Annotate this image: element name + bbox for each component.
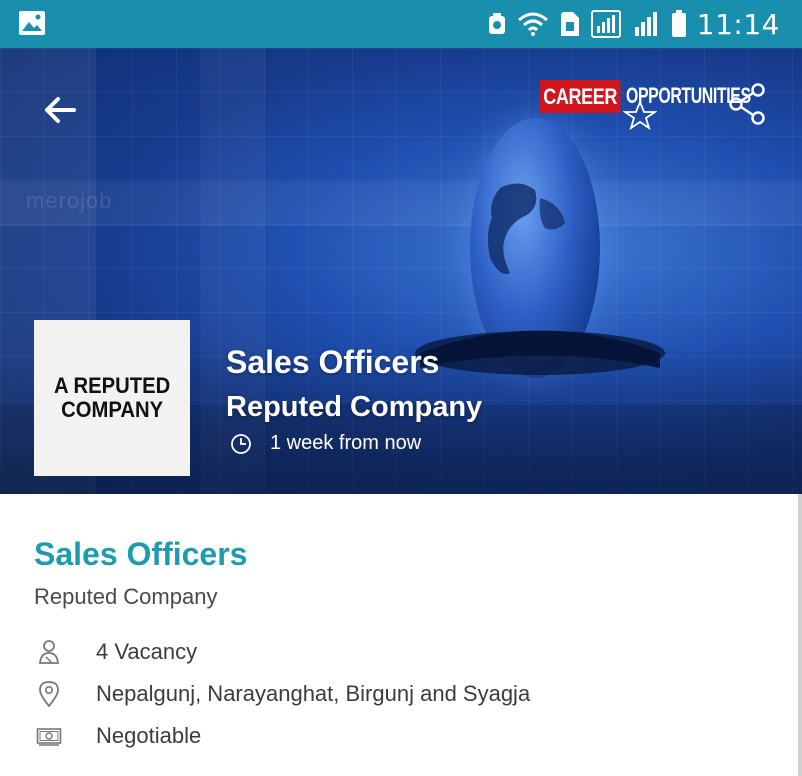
- status-bar: 11:14: [0, 0, 802, 48]
- vacancy-text: 4 Vacancy: [96, 639, 198, 664]
- battery-icon: [671, 10, 686, 37]
- nfc-icon: [488, 13, 505, 34]
- company-logo: A REPUTED COMPANY: [34, 320, 190, 476]
- sim-icon: [560, 12, 579, 36]
- watermark-text: merojob: [26, 188, 113, 213]
- vacancy-row: 4 Vacancy: [34, 637, 197, 667]
- job-title: Sales Officers: [34, 536, 248, 572]
- star-icon: [623, 100, 657, 130]
- share-icon[interactable]: [727, 80, 767, 128]
- job-details: Sales Officers Reputed Company 4 Vacancy…: [0, 494, 802, 776]
- location-text: Nepalgunj, Narayanghat, Birgunj and Syag…: [96, 681, 531, 706]
- wifi-icon: [517, 12, 548, 36]
- signal-sim1-icon: [590, 10, 621, 38]
- money-icon: [36, 728, 62, 746]
- signal-sim2-icon: [634, 12, 657, 36]
- deadline-text: 1 week from now: [270, 432, 422, 454]
- gallery-icon: [19, 11, 45, 35]
- clock-icon: [231, 433, 251, 454]
- job-banner: merojob CAREER OPPORTUNITIES A REPUTED CO…: [0, 48, 802, 494]
- banner-job-title: Sales Officers: [226, 344, 440, 380]
- status-time: 11:14: [696, 7, 780, 41]
- banner-company-name: Reputed Company: [226, 391, 483, 423]
- banner-deadline: 1 week from now: [230, 432, 421, 455]
- brand-logo-red: CAREER: [540, 79, 621, 113]
- back-button[interactable]: [38, 88, 82, 132]
- person-icon: [39, 640, 59, 664]
- company-name: Reputed Company: [34, 584, 218, 609]
- globe-continents: [487, 183, 565, 274]
- salary-text: Negotiable: [96, 723, 202, 748]
- scroll-edge: [798, 494, 802, 776]
- location-row: Nepalgunj, Narayanghat, Birgunj and Syag…: [34, 679, 530, 709]
- salary-row: Negotiable: [34, 721, 201, 751]
- location-pin-icon: [39, 681, 59, 708]
- status-icons: 11:14: [487, 6, 780, 42]
- company-logo-text: A REPUTED COMPANY: [53, 373, 171, 422]
